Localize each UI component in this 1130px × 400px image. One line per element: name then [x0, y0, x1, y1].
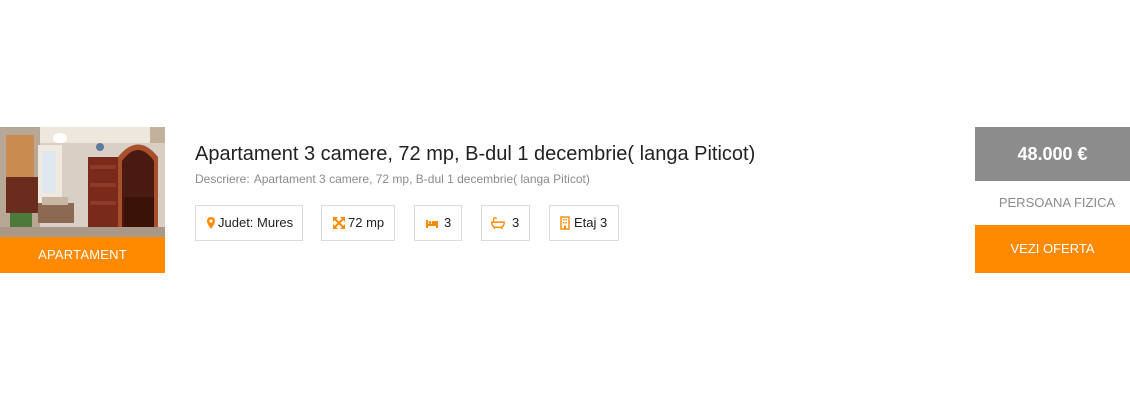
rooms-value: 3	[444, 215, 452, 230]
listing-card: APARTAMENT Apartament 3 camere, 72 mp, B…	[0, 127, 1130, 273]
listing-title[interactable]: Apartament 3 camere, 72 mp, B-dul 1 dece…	[195, 143, 755, 166]
map-marker-icon	[207, 217, 215, 229]
listing-description: Descriere: Apartament 3 camere, 72 mp, B-…	[195, 172, 590, 186]
feature-area: 72 mp	[321, 205, 395, 241]
floor-value: Etaj 3	[574, 215, 608, 230]
seller-type: PERSOANA FIZICA	[998, 195, 1116, 210]
feature-county: Judet: Mures	[195, 205, 303, 241]
feature-floor: Etaj 3	[549, 205, 619, 241]
bathtub-icon	[491, 217, 505, 230]
baths-value: 3	[512, 215, 520, 230]
area-value: 72 mp	[348, 215, 385, 230]
view-offer-button[interactable]: VEZI OFERTA	[975, 225, 1130, 273]
apartment-photo	[0, 127, 165, 237]
property-type-badge: APARTAMENT	[0, 237, 165, 273]
bed-icon	[426, 220, 438, 228]
county-value: Judet: Mures	[218, 215, 294, 230]
building-icon	[560, 216, 570, 230]
feature-rooms: 3	[414, 205, 462, 241]
feature-baths: 3	[481, 205, 530, 241]
listing-thumbnail[interactable]: APARTAMENT	[0, 127, 165, 273]
expand-arrows-icon	[333, 217, 345, 229]
price-badge: 48.000 €	[975, 127, 1130, 181]
description-label: Descriere:	[195, 172, 250, 186]
description-text: Apartament 3 camere, 72 mp, B-dul 1 dece…	[253, 172, 590, 186]
